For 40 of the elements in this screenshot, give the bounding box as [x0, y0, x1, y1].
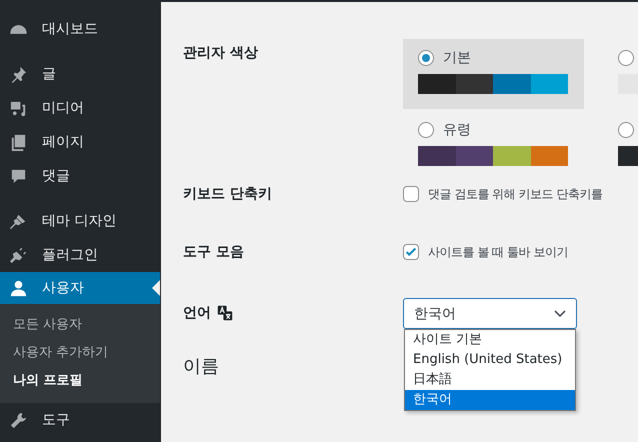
- scheme-name: 유령: [443, 121, 471, 139]
- submenu-item[interactable]: 나의 프로필: [0, 367, 160, 395]
- submenu-item[interactable]: 모든 사용자: [0, 311, 160, 339]
- scheme-name: 기본: [443, 49, 471, 67]
- menu-item[interactable]: 미디어: [0, 91, 160, 125]
- setting-label: 관리자 색상: [183, 44, 258, 62]
- menu-item[interactable]: 페이지: [0, 125, 160, 159]
- plug-icon: [9, 246, 28, 264]
- menu-item[interactable]: 댓글: [0, 159, 160, 193]
- radio-button[interactable]: [418, 122, 434, 138]
- radio-button[interactable]: [618, 122, 634, 138]
- chevron-icon: [554, 310, 566, 318]
- pages-icon: [9, 132, 28, 152]
- checkbox-label: 댓글 검토를 위해 키보드 단축키를: [428, 186, 602, 202]
- pin-icon: [9, 64, 28, 84]
- radio-button[interactable]: [618, 50, 634, 66]
- dropdown-option[interactable]: English (United States): [405, 350, 575, 370]
- checkbox[interactable]: [403, 186, 419, 202]
- radio-button[interactable]: [418, 50, 434, 66]
- menu-item[interactable]: 사용자: [0, 272, 160, 304]
- setting-label: 키보드 단축키: [183, 185, 272, 203]
- setting-label: 언어: [183, 304, 211, 322]
- translation-icon: [217, 305, 233, 321]
- dropdown-option[interactable]: 사이트 기본: [405, 330, 575, 350]
- language-select[interactable]: 한국어: [403, 298, 577, 329]
- setting-label: 도구 모음: [183, 243, 244, 261]
- menu-item[interactable]: 글: [0, 57, 160, 91]
- dropdown-option[interactable]: 日本語: [405, 370, 575, 390]
- wrench-icon: [9, 410, 28, 430]
- user-icon: [9, 278, 28, 298]
- scheme-option[interactable]: 기본: [403, 39, 584, 109]
- menu-item[interactable]: 플러그인: [0, 238, 160, 272]
- checkbox-label: 사이트를 볼 때 툴바 보이기: [428, 244, 568, 260]
- menu-item[interactable]: 도구: [0, 403, 160, 437]
- menu-item[interactable]: 대시보드: [0, 12, 160, 46]
- submenu-item[interactable]: 사용자 추가하기: [0, 339, 160, 367]
- checkbox[interactable]: [403, 244, 419, 260]
- section-heading: 이름: [183, 355, 219, 378]
- menu-item[interactable]: 테마 디자인: [0, 204, 160, 238]
- dropdown-option[interactable]: 한국어: [405, 390, 575, 410]
